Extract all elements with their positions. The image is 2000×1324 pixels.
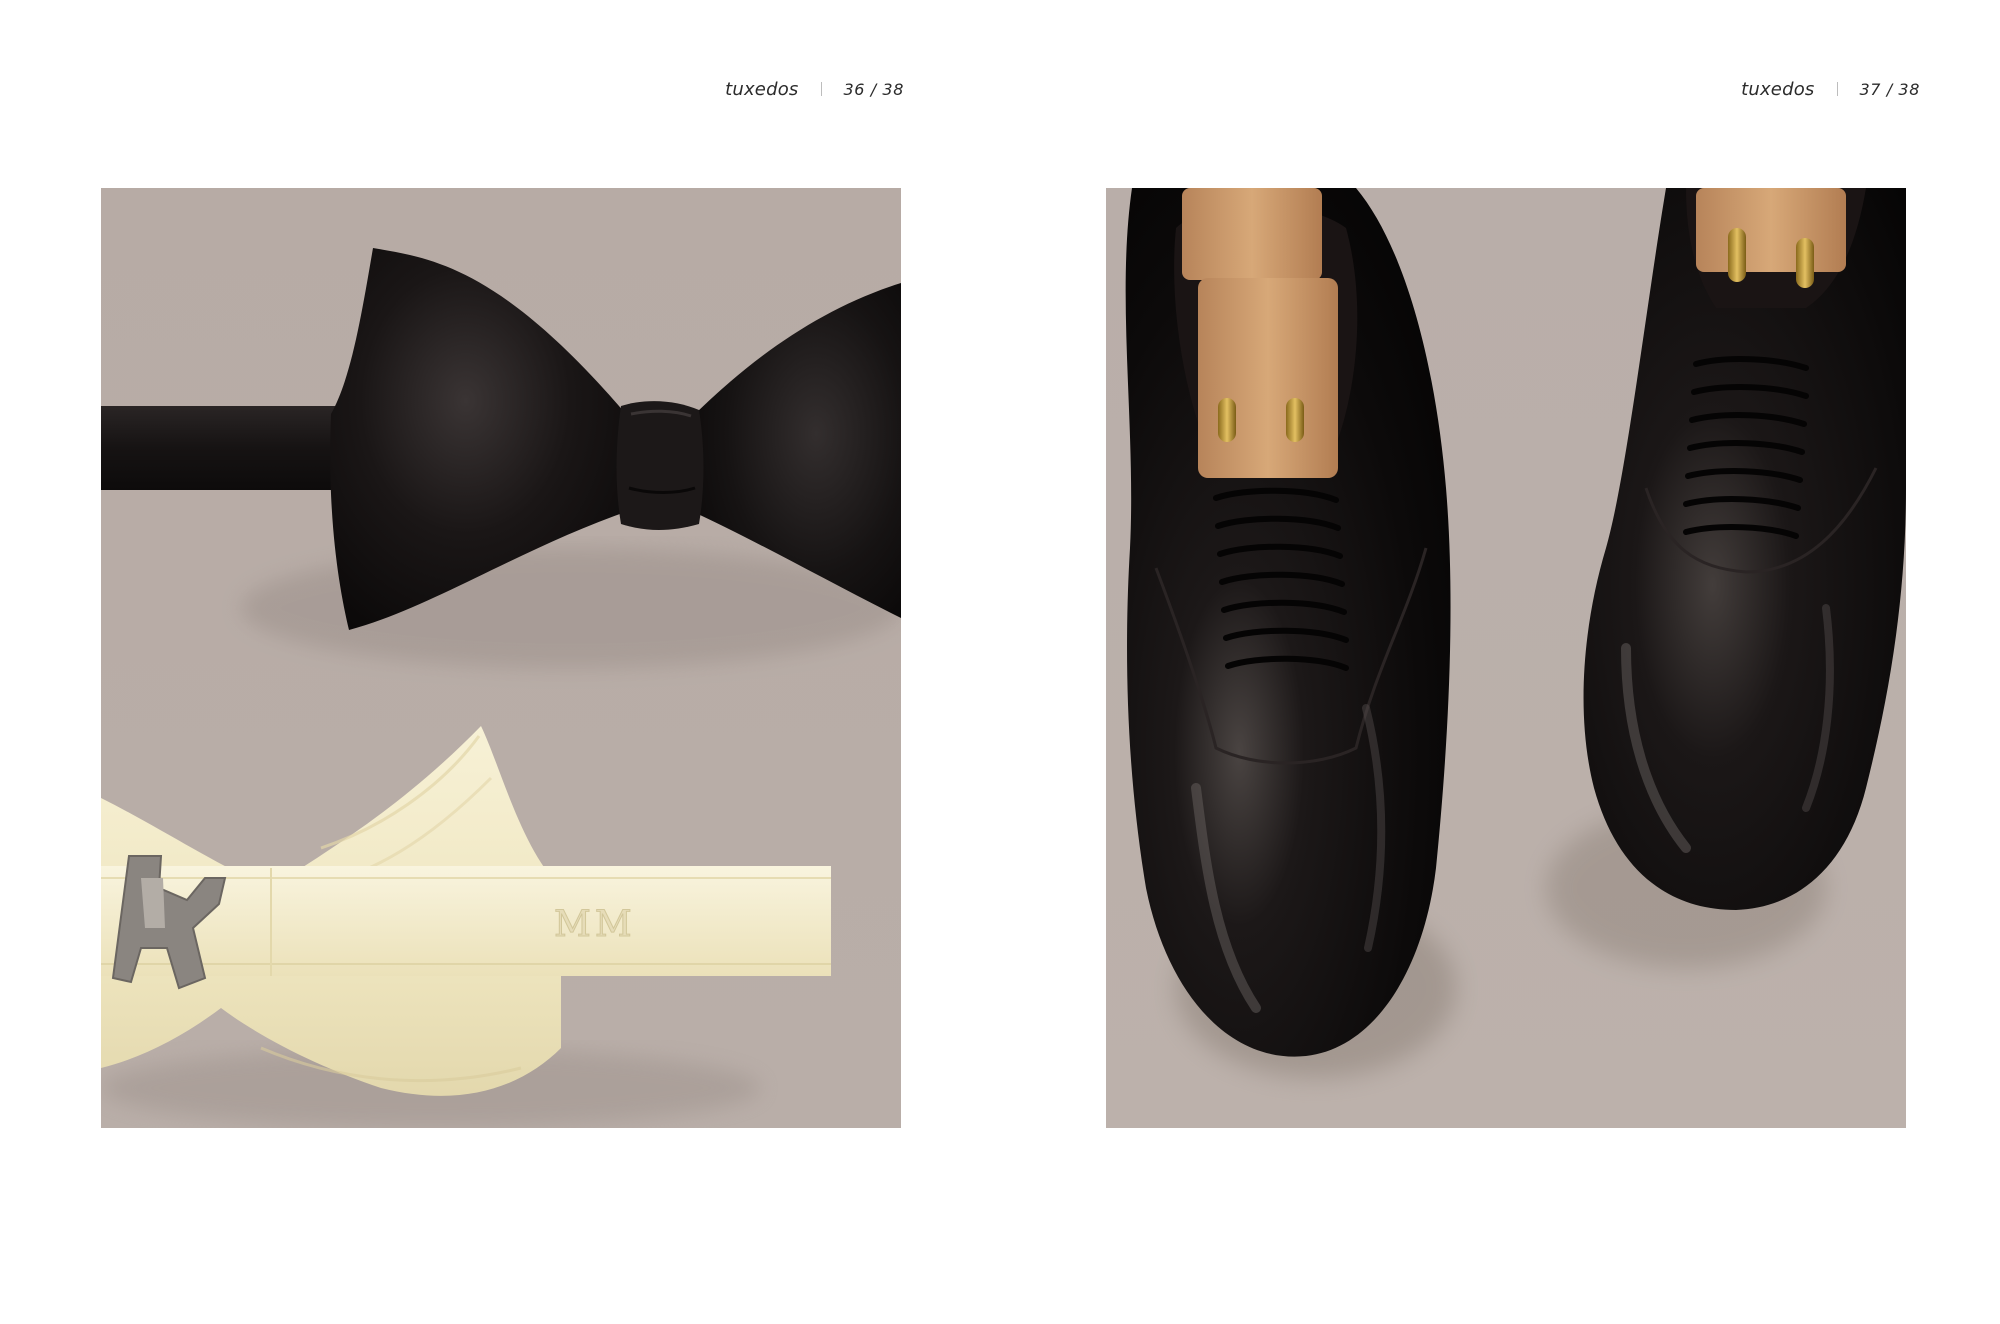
patent-shoes-photo (1106, 188, 1906, 1128)
right-page: tuxedos 37 / 38 (1000, 0, 2000, 1324)
running-head-right: tuxedos 37 / 38 (1741, 76, 1920, 102)
page-number: 36 / 38 (843, 79, 904, 99)
section-name: tuxedos (725, 78, 799, 100)
header-divider (1836, 82, 1838, 96)
bow-ties-photo: MM (101, 188, 901, 1128)
running-head-left: tuxedos 36 / 38 (725, 76, 904, 102)
left-page: tuxedos 36 / 38 MM (0, 0, 1000, 1324)
page-number: 37 / 38 (1859, 79, 1920, 99)
monogram-text: MM (554, 904, 636, 945)
section-name: tuxedos (1741, 78, 1815, 100)
header-divider (820, 82, 822, 96)
